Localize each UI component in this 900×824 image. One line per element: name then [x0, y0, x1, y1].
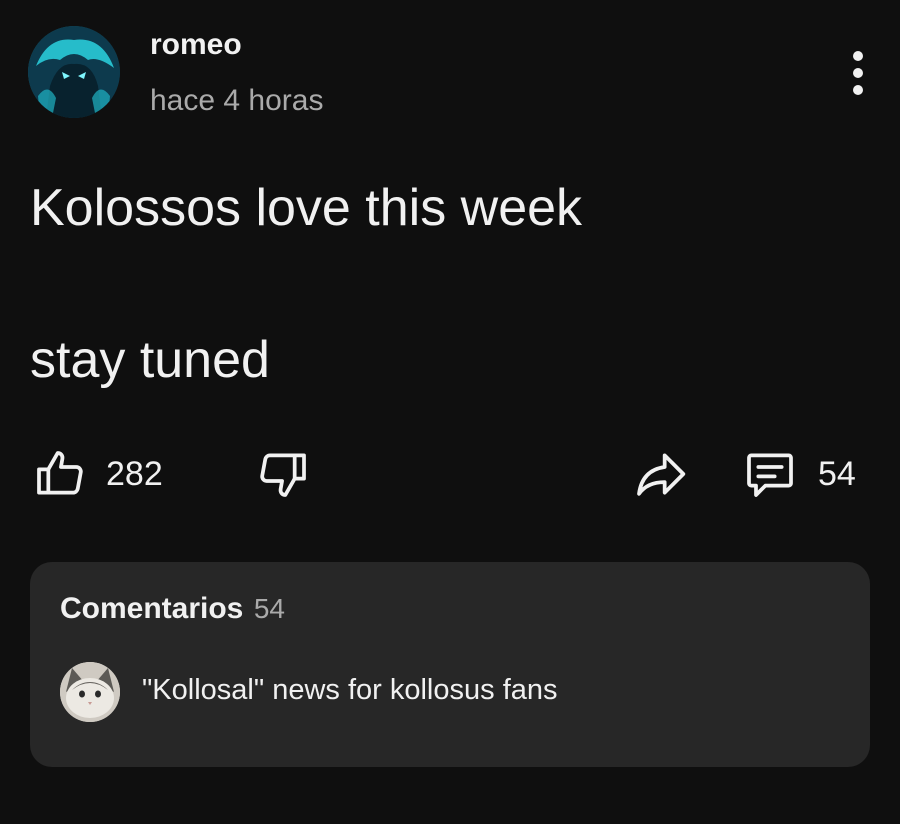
- thumbs-up-icon: [37, 451, 83, 495]
- comment-count: 54: [818, 454, 856, 493]
- dislike-button[interactable]: [255, 446, 311, 502]
- more-vertical-icon: [853, 51, 863, 61]
- author-avatar[interactable]: [28, 26, 120, 118]
- comments-header: Comentarios 54: [60, 592, 285, 626]
- author-name[interactable]: romeo: [150, 28, 242, 62]
- comment-preview-text: "Kollosal" news for kollosus fans: [142, 674, 558, 706]
- like-count: 282: [106, 454, 163, 493]
- share-button[interactable]: [630, 446, 690, 502]
- more-vertical-icon-dot: [853, 68, 863, 78]
- comments-title: Comentarios: [60, 592, 244, 625]
- comment-bubble-icon: [747, 453, 793, 497]
- cat-avatar-image: [60, 662, 120, 722]
- commenter-avatar: [60, 662, 120, 722]
- comments-count: 54: [253, 593, 285, 624]
- share-arrow-icon: [637, 453, 686, 496]
- post-text-line: Kolossos love this week: [30, 179, 583, 237]
- more-options-button[interactable]: [836, 46, 880, 100]
- like-button[interactable]: 282: [32, 446, 163, 502]
- avatar-image: [28, 26, 120, 118]
- comment-button[interactable]: 54: [740, 446, 856, 502]
- comments-panel[interactable]: Comentarios 54 "Kollosal" news for kollo…: [30, 562, 870, 767]
- post-text-line: stay tuned: [30, 331, 270, 389]
- thumbs-down-icon: [260, 453, 306, 497]
- more-vertical-icon-dot: [853, 85, 863, 95]
- post-timestamp: hace 4 horas: [150, 84, 324, 117]
